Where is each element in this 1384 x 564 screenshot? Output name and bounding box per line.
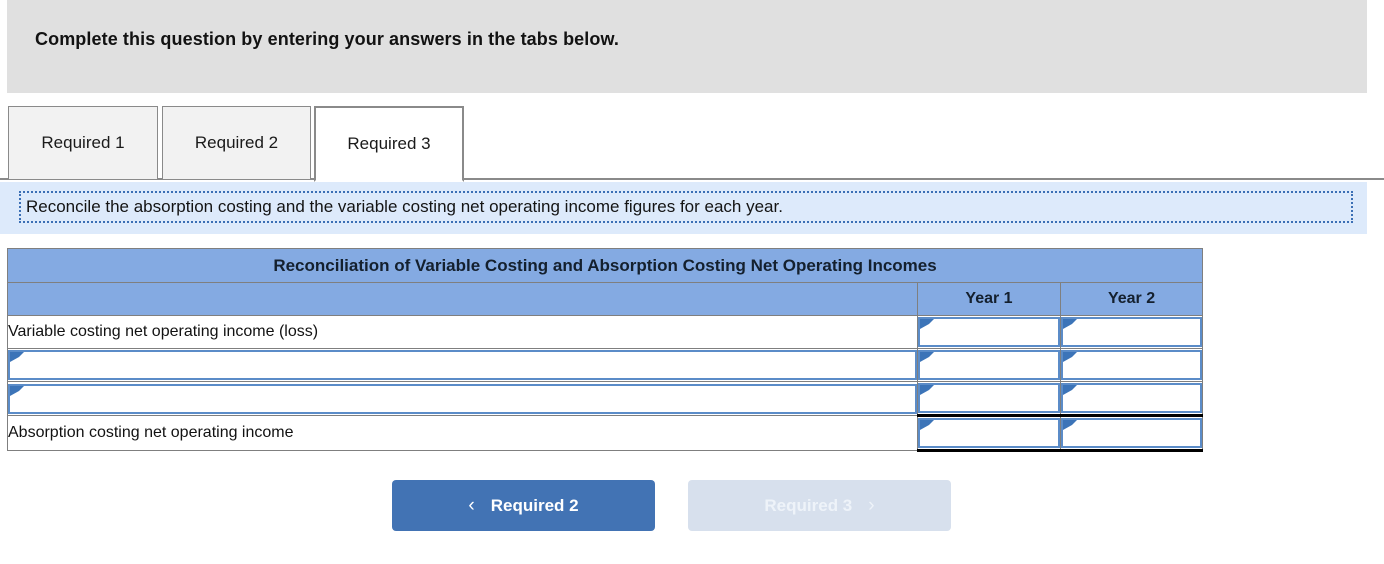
table-row	[7, 381, 1204, 416]
table-row: Variable costing net operating income (l…	[7, 315, 1204, 349]
row-label-absorption-costing-income: Absorption costing net operating income	[7, 415, 918, 451]
previous-required-button[interactable]: ‹ Required 2	[392, 480, 655, 531]
input-year1-row3[interactable]	[918, 383, 1060, 413]
tab-required-3[interactable]: Required 3	[314, 106, 464, 182]
next-required-label: Required 3	[764, 495, 853, 515]
cell-label-row3[interactable]	[7, 381, 918, 416]
cell-year1-row2[interactable]	[917, 348, 1061, 382]
requirement-band: Reconcile the absorption costing and the…	[0, 182, 1367, 234]
tab-required-1-label: Required 1	[41, 133, 125, 152]
cell-year2-row3[interactable]	[1059, 381, 1204, 416]
next-required-button[interactable]: Required 3 ›	[688, 480, 951, 531]
cell-year1-row1[interactable]	[917, 315, 1061, 349]
input-year2-row1[interactable]	[1061, 317, 1203, 347]
requirement-text: Reconcile the absorption costing and the…	[26, 197, 783, 216]
instruction-banner: Complete this question by entering your …	[7, 0, 1367, 93]
table-header-blank	[7, 282, 918, 316]
cell-year2-row2[interactable]	[1059, 348, 1204, 382]
input-year1-total[interactable]	[918, 418, 1060, 448]
column-header-year-2: Year 2	[1059, 282, 1204, 316]
cell-year1-total[interactable]	[917, 414, 1061, 452]
chevron-right-icon: ›	[868, 494, 875, 516]
banner-title: Complete this question by entering your …	[35, 29, 620, 49]
previous-required-label: Required 2	[490, 495, 579, 515]
tab-strip: Required 1 Required 2 Required 3	[0, 104, 1384, 182]
tab-required-2-label: Required 2	[194, 133, 279, 152]
chevron-left-icon: ‹	[468, 494, 475, 516]
table-header-row: Year 1 Year 2	[7, 282, 1204, 316]
tab-required-1[interactable]: Required 1	[8, 106, 158, 180]
input-year2-row2[interactable]	[1061, 350, 1203, 380]
navigation-bar: ‹ Required 2 Required 3 ›	[0, 480, 1384, 536]
table-row	[7, 348, 1204, 382]
input-year2-total[interactable]	[1061, 418, 1203, 448]
requirement-box: Reconcile the absorption costing and the…	[19, 191, 1353, 223]
reconciliation-table: Reconciliation of Variable Costing and A…	[6, 248, 1204, 452]
question-panel: Complete this question by entering your …	[0, 0, 1384, 564]
cell-year1-row3[interactable]	[917, 381, 1061, 416]
column-header-year-1: Year 1	[917, 282, 1061, 316]
cell-year2-total[interactable]	[1059, 414, 1204, 452]
tab-required-2[interactable]: Required 2	[162, 106, 311, 180]
input-year2-row3[interactable]	[1061, 383, 1203, 413]
cell-label-row2[interactable]	[7, 348, 918, 382]
input-year1-row1[interactable]	[918, 317, 1060, 347]
table-row-total: Absorption costing net operating income	[7, 414, 1204, 452]
cell-year2-row1[interactable]	[1059, 315, 1204, 349]
input-year1-row2[interactable]	[918, 350, 1060, 380]
table-title-row: Reconciliation of Variable Costing and A…	[6, 248, 1204, 283]
table-title: Reconciliation of Variable Costing and A…	[6, 248, 1204, 283]
input-label-row2[interactable]	[8, 350, 917, 380]
tab-required-3-label: Required 3	[347, 134, 431, 153]
input-label-row3[interactable]	[8, 383, 917, 414]
row-label-variable-costing-income: Variable costing net operating income (l…	[7, 315, 918, 349]
